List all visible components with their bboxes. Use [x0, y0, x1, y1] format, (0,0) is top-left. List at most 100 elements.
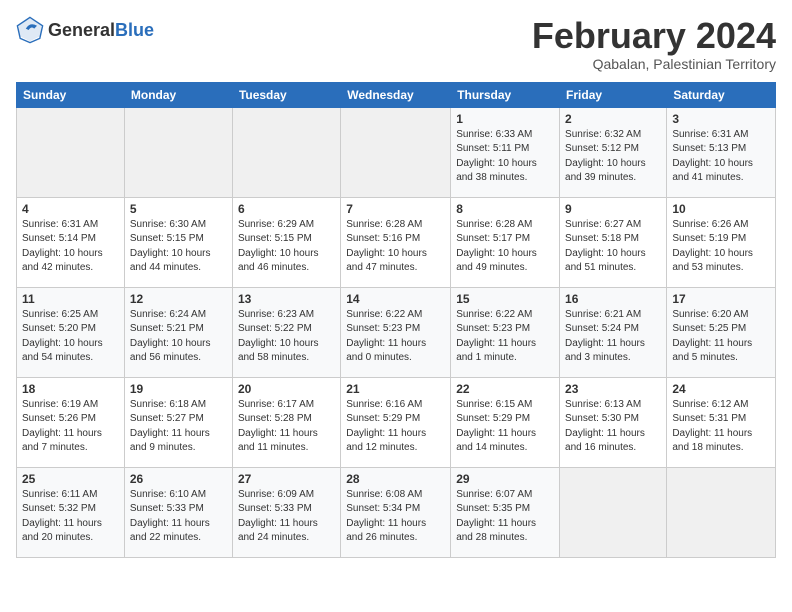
calendar-cell: 23Sunrise: 6:13 AM Sunset: 5:30 PM Dayli… — [560, 377, 667, 467]
day-detail: Sunrise: 6:26 AM Sunset: 5:19 PM Dayligh… — [672, 218, 770, 276]
calendar-cell: 7 Sunrise: 6:28 AM Sunset: 5:16 PM Daylig… — [341, 197, 451, 287]
calendar-cell: 16 Sunrise: 6:21 AM Sunset: 5:24 PM Dayli… — [560, 287, 667, 377]
calendar-cell: 8 Sunrise: 6:28 AM Sunset: 5:17 PM Daylig… — [451, 197, 560, 287]
day-number: 2 — [565, 112, 661, 126]
day-detail: Sunrise: 6:31 AM Sunset: 5:14 PM Dayligh… — [22, 218, 119, 276]
day-number: 16 — [565, 292, 661, 306]
calendar-cell: 27 Sunrise: 6:09 AM Sunset: 5:33 PM Dayli… — [232, 467, 340, 557]
day-detail: Sunrise: 6:28 AM Sunset: 5:16 PM Dayligh… — [346, 218, 445, 276]
day-number: 29 — [456, 472, 554, 486]
day-detail: Sunrise: 6:27 AM Sunset: 5:18 PM Dayligh… — [565, 218, 661, 276]
calendar-cell: 21 Sunrise: 6:16 AM Sunset: 5:29 PM Dayli… — [341, 377, 451, 467]
day-detail: Sunrise: 6:18 AM Sunset: 5:27 PM Dayligh… — [130, 398, 227, 456]
calendar-cell: 1 Sunrise: 6:33 AM Sunset: 5:11 PM Daylig… — [451, 107, 560, 197]
day-number: 15 — [456, 292, 554, 306]
day-detail: Sunrise: 6:31 AM Sunset: 5:13 PM Dayligh… — [672, 128, 770, 186]
day-number: 7 — [346, 202, 445, 216]
day-detail: Sunrise: 6:30 AM Sunset: 5:15 PM Dayligh… — [130, 218, 227, 276]
header-wednesday: Wednesday — [341, 82, 451, 107]
day-detail: Sunrise: 6:28 AM Sunset: 5:17 PM Dayligh… — [456, 218, 554, 276]
calendar-cell: 3 Sunrise: 6:31 AM Sunset: 5:13 PM Daylig… — [667, 107, 776, 197]
logo-blue: Blue — [115, 20, 154, 40]
location-subtitle: Qabalan, Palestinian Territory — [532, 56, 776, 72]
day-number: 12 — [130, 292, 227, 306]
day-number: 28 — [346, 472, 445, 486]
calendar-cell — [560, 467, 667, 557]
day-number: 3 — [672, 112, 770, 126]
day-number: 10 — [672, 202, 770, 216]
day-detail: Sunrise: 6:23 AM Sunset: 5:22 PM Dayligh… — [238, 308, 335, 366]
day-detail: Sunrise: 6:11 AM Sunset: 5:32 PM Dayligh… — [22, 488, 119, 546]
day-detail: Sunrise: 6:16 AM Sunset: 5:29 PM Dayligh… — [346, 398, 445, 456]
day-detail: Sunrise: 6:20 AM Sunset: 5:25 PM Dayligh… — [672, 308, 770, 366]
day-detail: Sunrise: 6:25 AM Sunset: 5:20 PM Dayligh… — [22, 308, 119, 366]
day-number: 20 — [238, 382, 335, 396]
calendar-cell: 9 Sunrise: 6:27 AM Sunset: 5:18 PM Daylig… — [560, 197, 667, 287]
day-number: 25 — [22, 472, 119, 486]
logo-general: General — [48, 20, 115, 40]
day-number: 21 — [346, 382, 445, 396]
calendar-cell: 22Sunrise: 6:15 AM Sunset: 5:29 PM Dayli… — [451, 377, 560, 467]
calendar-cell: 24 Sunrise: 6:12 AM Sunset: 5:31 PM Dayli… — [667, 377, 776, 467]
calendar-cell: 17Sunrise: 6:20 AM Sunset: 5:25 PM Dayli… — [667, 287, 776, 377]
header-tuesday: Tuesday — [232, 82, 340, 107]
day-detail: Sunrise: 6:24 AM Sunset: 5:21 PM Dayligh… — [130, 308, 227, 366]
day-detail: Sunrise: 6:12 AM Sunset: 5:31 PM Dayligh… — [672, 398, 770, 456]
header-friday: Friday — [560, 82, 667, 107]
day-detail: Sunrise: 6:22 AM Sunset: 5:23 PM Dayligh… — [346, 308, 445, 366]
header-thursday: Thursday — [451, 82, 560, 107]
month-year-title: February 2024 — [532, 16, 776, 56]
logo-text: GeneralBlue — [48, 21, 154, 40]
calendar-cell: 13Sunrise: 6:23 AM Sunset: 5:22 PM Dayli… — [232, 287, 340, 377]
day-detail: Sunrise: 6:09 AM Sunset: 5:33 PM Dayligh… — [238, 488, 335, 546]
day-detail: Sunrise: 6:21 AM Sunset: 5:24 PM Dayligh… — [565, 308, 661, 366]
calendar-cell: 15 Sunrise: 6:22 AM Sunset: 5:23 PM Dayli… — [451, 287, 560, 377]
day-number: 9 — [565, 202, 661, 216]
day-number: 11 — [22, 292, 119, 306]
calendar-cell: 6Sunrise: 6:29 AM Sunset: 5:15 PM Daylig… — [232, 197, 340, 287]
day-number: 4 — [22, 202, 119, 216]
logo-icon — [16, 16, 44, 44]
header-sunday: Sunday — [17, 82, 125, 107]
day-detail: Sunrise: 6:10 AM Sunset: 5:33 PM Dayligh… — [130, 488, 227, 546]
day-detail: Sunrise: 6:08 AM Sunset: 5:34 PM Dayligh… — [346, 488, 445, 546]
day-number: 1 — [456, 112, 554, 126]
day-number: 23 — [565, 382, 661, 396]
calendar-cell: 26Sunrise: 6:10 AM Sunset: 5:33 PM Dayli… — [124, 467, 232, 557]
day-detail: Sunrise: 6:29 AM Sunset: 5:15 PM Dayligh… — [238, 218, 335, 276]
day-number: 8 — [456, 202, 554, 216]
calendar-cell — [341, 107, 451, 197]
calendar-week-4: 18 Sunrise: 6:19 AM Sunset: 5:26 PM Dayli… — [17, 377, 776, 467]
day-detail: Sunrise: 6:07 AM Sunset: 5:35 PM Dayligh… — [456, 488, 554, 546]
day-number: 18 — [22, 382, 119, 396]
day-detail: Sunrise: 6:19 AM Sunset: 5:26 PM Dayligh… — [22, 398, 119, 456]
calendar-cell: 2Sunrise: 6:32 AM Sunset: 5:12 PM Daylig… — [560, 107, 667, 197]
day-detail: Sunrise: 6:17 AM Sunset: 5:28 PM Dayligh… — [238, 398, 335, 456]
calendar-cell: 10 Sunrise: 6:26 AM Sunset: 5:19 PM Dayli… — [667, 197, 776, 287]
day-detail: Sunrise: 6:22 AM Sunset: 5:23 PM Dayligh… — [456, 308, 554, 366]
calendar-cell: 28 Sunrise: 6:08 AM Sunset: 5:34 PM Dayli… — [341, 467, 451, 557]
calendar-cell: 12 Sunrise: 6:24 AM Sunset: 5:21 PM Dayli… — [124, 287, 232, 377]
calendar-cell — [17, 107, 125, 197]
day-number: 19 — [130, 382, 227, 396]
logo: GeneralBlue — [16, 16, 154, 44]
calendar-cell: 4 Sunrise: 6:31 AM Sunset: 5:14 PM Daylig… — [17, 197, 125, 287]
calendar-week-1: 1 Sunrise: 6:33 AM Sunset: 5:11 PM Daylig… — [17, 107, 776, 197]
page-header: GeneralBlue February 2024 Qabalan, Pales… — [16, 16, 776, 72]
calendar-cell — [667, 467, 776, 557]
calendar-week-2: 4 Sunrise: 6:31 AM Sunset: 5:14 PM Daylig… — [17, 197, 776, 287]
calendar-week-3: 11 Sunrise: 6:25 AM Sunset: 5:20 PM Dayli… — [17, 287, 776, 377]
day-detail: Sunrise: 6:33 AM Sunset: 5:11 PM Dayligh… — [456, 128, 554, 186]
calendar-cell: 29 Sunrise: 6:07 AM Sunset: 5:35 PM Dayli… — [451, 467, 560, 557]
day-number: 22 — [456, 382, 554, 396]
calendar-cell — [232, 107, 340, 197]
header-monday: Monday — [124, 82, 232, 107]
day-number: 24 — [672, 382, 770, 396]
calendar-cell: 18 Sunrise: 6:19 AM Sunset: 5:26 PM Dayli… — [17, 377, 125, 467]
title-block: February 2024 Qabalan, Palestinian Terri… — [532, 16, 776, 72]
calendar-cell: 5Sunrise: 6:30 AM Sunset: 5:15 PM Daylig… — [124, 197, 232, 287]
day-number: 27 — [238, 472, 335, 486]
calendar-table: Sunday Monday Tuesday Wednesday Thursday… — [16, 82, 776, 558]
calendar-week-5: 25 Sunrise: 6:11 AM Sunset: 5:32 PM Dayli… — [17, 467, 776, 557]
calendar-cell: 25 Sunrise: 6:11 AM Sunset: 5:32 PM Dayli… — [17, 467, 125, 557]
